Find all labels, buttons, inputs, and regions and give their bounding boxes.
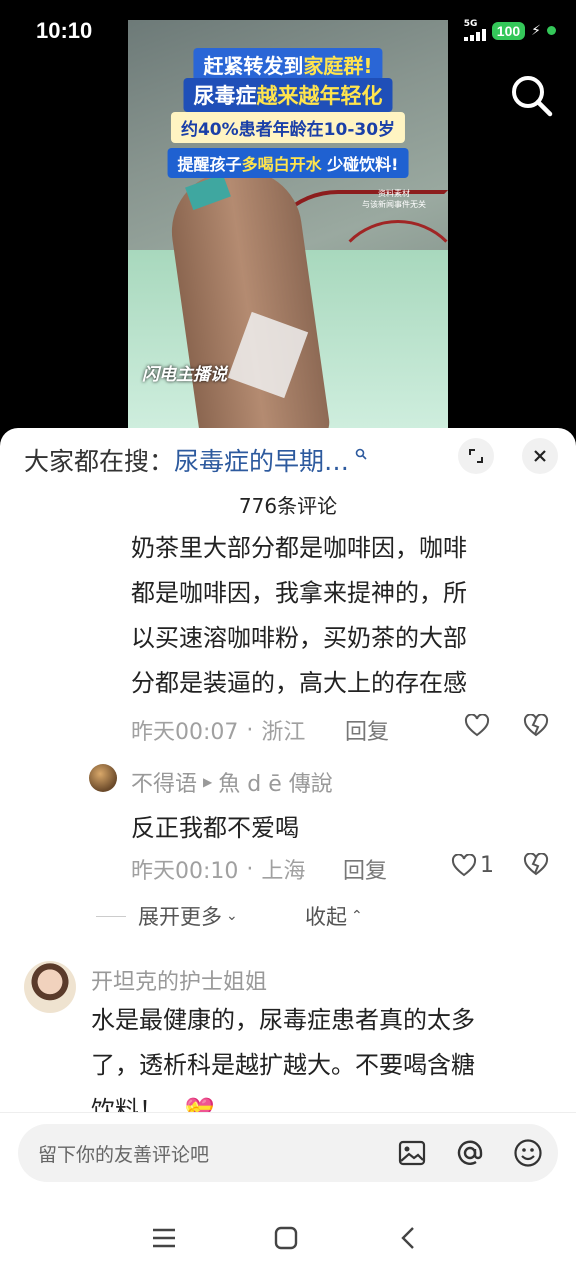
comment-location: 浙江	[261, 720, 306, 745]
video-banner-4: 提醒孩子多喝白开水 少碰饮料!	[167, 148, 409, 178]
heart-hands-emoji-icon: 💝	[184, 1096, 215, 1112]
video-banner-2: 尿毒症越来越年轻化	[183, 78, 393, 112]
privacy-dot-icon	[547, 26, 556, 35]
network-indicator: 5G	[463, 19, 486, 41]
video-disclaimer: 资料素材 与该新闻事件无关	[362, 188, 426, 210]
emoji-button[interactable]	[512, 1137, 544, 1169]
search-icon	[512, 76, 553, 117]
comment-meta: 昨天00:07 · 浙江	[131, 714, 305, 746]
reply-button[interactable]: 回复	[345, 714, 389, 746]
comment-username[interactable]: 开坦克的护士姐姐	[91, 964, 267, 996]
like-count: 1	[480, 853, 494, 878]
charging-icon: ⚡	[531, 22, 541, 39]
reply-button[interactable]: 回复	[343, 853, 387, 885]
heart-icon	[464, 714, 490, 737]
image-icon	[398, 1140, 426, 1166]
broken-heart-icon	[523, 714, 549, 737]
trending-search-query[interactable]: 尿毒症的早期…	[174, 442, 349, 478]
video-player[interactable]: 赶紧转发到家庭群! 尿毒症越来越年轻化 约40%患者年龄在10-30岁 提醒孩子…	[128, 20, 448, 430]
menu-icon	[153, 1228, 175, 1248]
divider	[96, 915, 126, 917]
meta-separator: ·	[246, 717, 254, 743]
video-tube-graphic-2	[328, 220, 448, 430]
video-banner-3: 约40%患者年龄在10-30岁	[170, 112, 406, 143]
comment-username[interactable]: 不得语	[131, 766, 197, 798]
broken-heart-icon	[523, 853, 549, 876]
banner-4-text-a: 提醒孩子	[177, 155, 242, 174]
comment-text-line: 奶茶里大部分都是咖啡因，咖啡	[131, 534, 467, 562]
comment-text-line: 饮料！ 💝	[91, 1088, 215, 1112]
disclaimer-line-2: 与该新闻事件无关	[362, 200, 426, 209]
divider	[0, 1112, 576, 1113]
image-button[interactable]	[396, 1137, 428, 1169]
mention-button[interactable]	[454, 1137, 486, 1169]
like-button[interactable]	[464, 714, 490, 738]
back-button[interactable]	[390, 1220, 426, 1256]
comment-text-line: 反正我都不爱喝	[131, 814, 299, 842]
video-banner-1: 赶紧转发到家庭群!	[193, 48, 383, 81]
expand-more-label: 展开更多	[138, 905, 222, 929]
at-icon	[457, 1140, 483, 1165]
collapse-button[interactable]: 收起 ⌃	[305, 901, 363, 931]
home-button[interactable]	[268, 1220, 304, 1256]
trending-search[interactable]: 大家都在搜： 尿毒症的早期…	[24, 442, 367, 478]
battery-icon: 100	[491, 21, 526, 40]
comment-list[interactable]: 奶茶里大部分都是咖啡因，咖啡 都是咖啡因，我拿来提神的，所 以买速溶咖啡粉，买奶…	[0, 528, 576, 1112]
dislike-button[interactable]	[523, 853, 549, 877]
meta-separator: ·	[246, 856, 254, 882]
comment-time: 昨天00:07	[131, 720, 239, 745]
video-logo: 闪电主播说	[142, 365, 227, 385]
search-button[interactable]	[508, 72, 556, 120]
trending-search-prefix: 大家都在搜：	[24, 447, 175, 476]
collapse-label: 收起	[305, 905, 347, 929]
dislike-button[interactable]	[523, 714, 549, 738]
network-label: 5G	[463, 19, 478, 29]
status-icons: 5G 100 ⚡	[463, 19, 556, 41]
banner-2-text-a: 尿毒症	[193, 84, 257, 108]
avatar[interactable]	[24, 961, 76, 1013]
comment-text-line: 都是咖啡因，我拿来提神的，所	[131, 579, 467, 607]
expand-icon	[469, 449, 483, 463]
comment-meta: 昨天00:10 · 上海	[131, 853, 305, 885]
comment-input-placeholder: 留下你的友善评论吧	[38, 1144, 210, 1166]
comment-count: 776条评论	[238, 494, 338, 518]
close-button[interactable]	[522, 438, 558, 474]
comment-text-line: 分都是装逼的，高大上的存在感	[131, 669, 467, 697]
banner-4-text-b: 多喝白开水	[241, 155, 322, 174]
heart-icon	[451, 853, 477, 876]
system-nav-bar	[0, 1198, 576, 1280]
comment-text-line: 以买速溶咖啡粉，买奶茶的大部	[131, 624, 467, 652]
banner-1-text-b: 家庭群!	[303, 54, 373, 78]
search-small-icon	[355, 448, 367, 464]
reply-arrow-icon: ▶	[203, 775, 213, 789]
close-icon	[534, 450, 546, 462]
signal-icon	[463, 29, 486, 41]
chevron-up-icon: ⌃	[351, 908, 363, 924]
disclaimer-line-1: 资料素材	[378, 189, 410, 198]
comment-location: 上海	[261, 859, 306, 884]
home-square-icon	[274, 1226, 298, 1250]
comment-sheet: 大家都在搜： 尿毒症的早期… 776条评论 奶茶里大部分都是咖啡因，咖啡 都是咖…	[0, 428, 576, 1280]
reply-header: 不得语 ▶ 魚 d ē 傳說	[131, 766, 333, 798]
comment-input[interactable]: 留下你的友善评论吧	[18, 1124, 558, 1182]
comment-text-line: 水是最健康的，尿毒症患者真的太多	[91, 1006, 475, 1034]
banner-1-text-a: 赶紧转发到	[203, 54, 304, 78]
comment-text-fragment: 饮料！	[91, 1096, 163, 1112]
banner-2-text-b: 越来越年轻化	[256, 84, 383, 108]
back-chevron-icon	[401, 1227, 414, 1249]
banner-4-text-c: 少碰饮料!	[321, 155, 399, 174]
recent-apps-button[interactable]	[146, 1220, 182, 1256]
like-button[interactable]: 1	[451, 853, 494, 878]
reply-to-username[interactable]: 魚 d ē 傳說	[218, 766, 332, 798]
expand-more-button[interactable]: 展开更多 ⌄	[96, 901, 238, 931]
smiley-icon	[514, 1139, 542, 1167]
status-time: 10:10	[36, 18, 93, 43]
expand-button[interactable]	[458, 438, 494, 474]
chevron-down-icon: ⌄	[226, 908, 238, 924]
comment-text-line: 了，透析科是越扩越大。不要喝含糖	[91, 1051, 475, 1079]
comment-time: 昨天00:10	[131, 859, 239, 884]
avatar[interactable]	[89, 764, 117, 792]
